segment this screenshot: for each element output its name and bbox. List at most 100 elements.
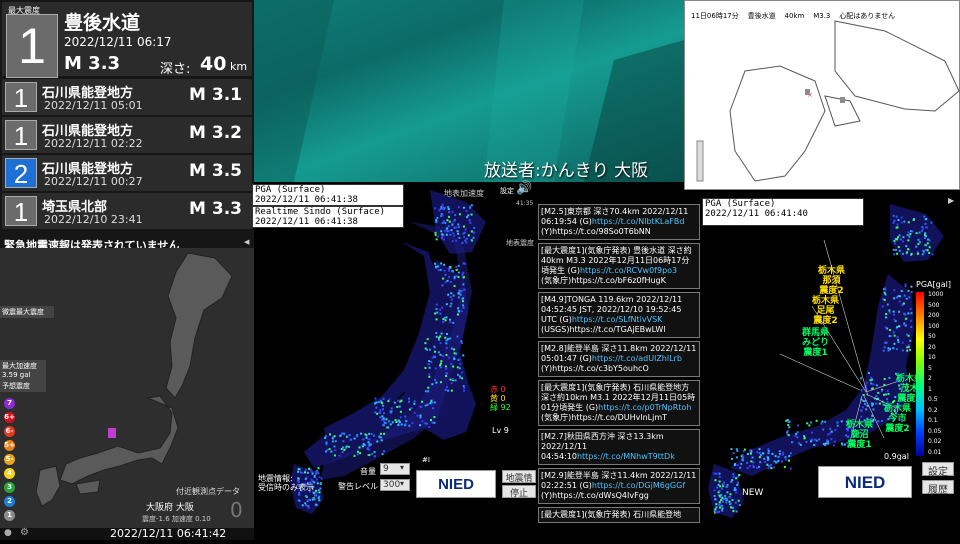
tweet-link[interactable]: https://t.co/RCVw0f9po3 xyxy=(580,266,677,275)
station-dot xyxy=(781,460,784,463)
station-dot xyxy=(786,419,789,422)
right-nied-logo-text: NIED xyxy=(844,473,886,492)
station-dot xyxy=(378,435,381,438)
station-dot xyxy=(439,381,442,384)
main-event-card[interactable]: 最大震度 1 豊後水道 2022/12/11 06:17 M 3.3 深さ: 4… xyxy=(2,2,252,78)
tweet-tail[interactable]: (気象庁)https://t.co/DUHvlnLjmT xyxy=(541,413,667,422)
station-dot xyxy=(317,467,320,470)
station-dot xyxy=(462,306,465,309)
depth-value: 40 xyxy=(200,53,227,75)
settings-link[interactable]: 設定 xyxy=(500,186,514,196)
station-dot xyxy=(395,420,398,423)
left-map[interactable]: 微震最大震度 最大加速度 3.59 gal 予想震度 7 6+ 6- 5+ 5- 4 3 2 1… xyxy=(0,248,254,528)
right-history-button[interactable]: 履歴 xyxy=(922,480,954,496)
alert-level-label: 警告レベル xyxy=(338,482,378,491)
station-dot xyxy=(728,503,731,506)
station-dot xyxy=(468,219,471,222)
tweet-item[interactable]: [最大震度1](気象庁発表) 豊後水道 深さ約40km M3.3 2022年12… xyxy=(538,243,700,289)
station-dot xyxy=(452,232,455,235)
tweet-item[interactable]: [最大震度1](気象庁発表) 石川県能登地方 深さ約10km M3.1 2022… xyxy=(538,380,700,426)
station-dot xyxy=(462,288,465,291)
right-settings-button[interactable]: 設定 xyxy=(922,462,954,478)
station-dot xyxy=(435,332,438,335)
station-dot xyxy=(896,223,899,226)
station-dot xyxy=(449,296,452,299)
tweet-link[interactable]: https://t.co/NlbtKLaFBd xyxy=(592,217,685,226)
station-dot xyxy=(910,252,913,255)
tweet-link[interactable]: https://t.co/SLfNtivVSK xyxy=(572,315,663,324)
station-dot xyxy=(909,308,912,311)
station-dot xyxy=(467,234,470,237)
station-dot xyxy=(444,273,447,276)
tweet-item[interactable]: [M2.7]秋田県西方沖 深さ13.3km 2022/12/11 04:54:1… xyxy=(538,429,700,465)
station-dot xyxy=(900,290,903,293)
station-dot xyxy=(347,445,350,448)
station-dot xyxy=(860,408,863,411)
station-dot xyxy=(435,335,438,338)
eq-info-note: 地震情報: 受信時のみ表示 xyxy=(258,474,314,492)
tweet-link[interactable]: https://t.co/MNhwT9ttDk xyxy=(577,452,675,461)
tweet-item[interactable]: [最大震度1](気象庁発表) 石川県能登地 xyxy=(538,507,700,523)
event-row[interactable]: 1 埼玉県北部 2022/12/10 23:41 M 3.3 xyxy=(2,193,252,229)
tweet-item[interactable]: [M4.9]TONGA 119.6km 2022/12/11 04:52:45 … xyxy=(538,292,700,338)
event-intensity-badge: 1 xyxy=(5,196,37,227)
event-row[interactable]: 1 石川県能登地方 2022/12/11 05:01 M 3.1 xyxy=(2,79,252,115)
tweet-item[interactable]: [M2.9]能登半島 深さ11.4km 2022/12/11 02:22:51 … xyxy=(538,468,700,504)
station-dot xyxy=(377,401,380,404)
volume-select[interactable]: 9 xyxy=(380,463,410,475)
center-map[interactable]: PGA (Surface) 2022/12/11 06:41:38 Realti… xyxy=(252,181,538,540)
new-badge: NEW xyxy=(742,488,764,498)
stop-button[interactable]: 停止 xyxy=(502,485,536,499)
station-dot xyxy=(449,265,452,268)
tweet-link[interactable]: https://t.co/DGjM6gGGf xyxy=(592,481,685,490)
station-dot xyxy=(719,495,722,498)
right-map[interactable]: PGA (Surface) 2022/12/11 06:41:40 ▶ 栃木県 … xyxy=(700,196,960,540)
tweet-link[interactable]: https://t.co/p0TrNpRtoh xyxy=(598,403,691,412)
chevron-down-icon-2[interactable]: ▾ xyxy=(400,479,404,488)
alert-level-select[interactable]: 300 xyxy=(380,479,410,491)
station-dot xyxy=(434,231,437,234)
station-dot xyxy=(884,326,887,329)
station-dot xyxy=(463,386,466,389)
tweet-tail[interactable]: (気象庁)https://t.co/bF6z0fHugK xyxy=(541,276,666,285)
eq-info-button[interactable]: 地震情報 xyxy=(502,470,536,497)
info-icon[interactable]: ● xyxy=(4,528,12,538)
station-dot xyxy=(367,441,370,444)
station-dot xyxy=(815,439,818,442)
play-icon[interactable]: ▶ xyxy=(948,196,954,205)
tweet-tail[interactable]: (Y)https://t.co/dWsQ4IvFgg xyxy=(541,491,649,500)
station-dot xyxy=(723,481,726,484)
tweet-item[interactable]: [M2.5]東京都 深さ70.4km 2022/12/11 06:19:54 (… xyxy=(538,204,700,240)
speaker-icon[interactable]: 🔊 xyxy=(516,181,532,196)
tweet-feed[interactable]: [M2.5]東京都 深さ70.4km 2022/12/11 06:19:54 (… xyxy=(538,204,700,540)
station-dot xyxy=(463,389,466,392)
station-dot xyxy=(862,399,865,402)
station-dot xyxy=(423,422,426,425)
station-dot xyxy=(424,390,427,393)
station-dot xyxy=(449,305,452,308)
event-row[interactable]: 2 石川県能登地方 2022/12/11 00:27 M 3.5 xyxy=(2,155,252,191)
tweet-tail[interactable]: (Y)https://t.co/c3bY5ouhcO xyxy=(541,364,649,373)
station-dot xyxy=(840,420,843,423)
station-dot xyxy=(364,433,367,436)
tweet-tail[interactable]: (Y)https://t.co/98So0T6bNN xyxy=(541,227,651,236)
station-dot xyxy=(431,401,434,404)
station-dot xyxy=(399,410,402,413)
tweet-link[interactable]: https://t.co/adUlZhlLrb xyxy=(592,354,682,363)
gear-icon[interactable]: ⚙ xyxy=(20,527,29,538)
station-dot xyxy=(452,377,455,380)
station-dot xyxy=(447,293,450,296)
station-dot xyxy=(461,371,464,374)
station-dot xyxy=(436,235,439,238)
station-dot xyxy=(860,377,863,380)
chevron-down-icon[interactable]: ▾ xyxy=(400,463,404,472)
station-dot xyxy=(446,279,449,282)
top-right-map[interactable]: 11日06時17分 豊後水道 40km M3.3 心配はありません × xyxy=(684,0,960,190)
tweet-tail[interactable]: (USGS)https://t.co/TGAjEBwLWl xyxy=(541,325,666,334)
station-dot xyxy=(372,434,375,437)
tweet-item[interactable]: [M2.8]能登半島 深さ11.8km 2022/12/11 05:01:47 … xyxy=(538,341,700,377)
station-dot xyxy=(881,419,884,422)
station-dot xyxy=(726,491,729,494)
broadcaster-caption: 放送者:かんきり 大阪 xyxy=(484,161,649,181)
event-row[interactable]: 1 石川県能登地方 2022/12/11 02:22 M 3.2 xyxy=(2,117,252,153)
